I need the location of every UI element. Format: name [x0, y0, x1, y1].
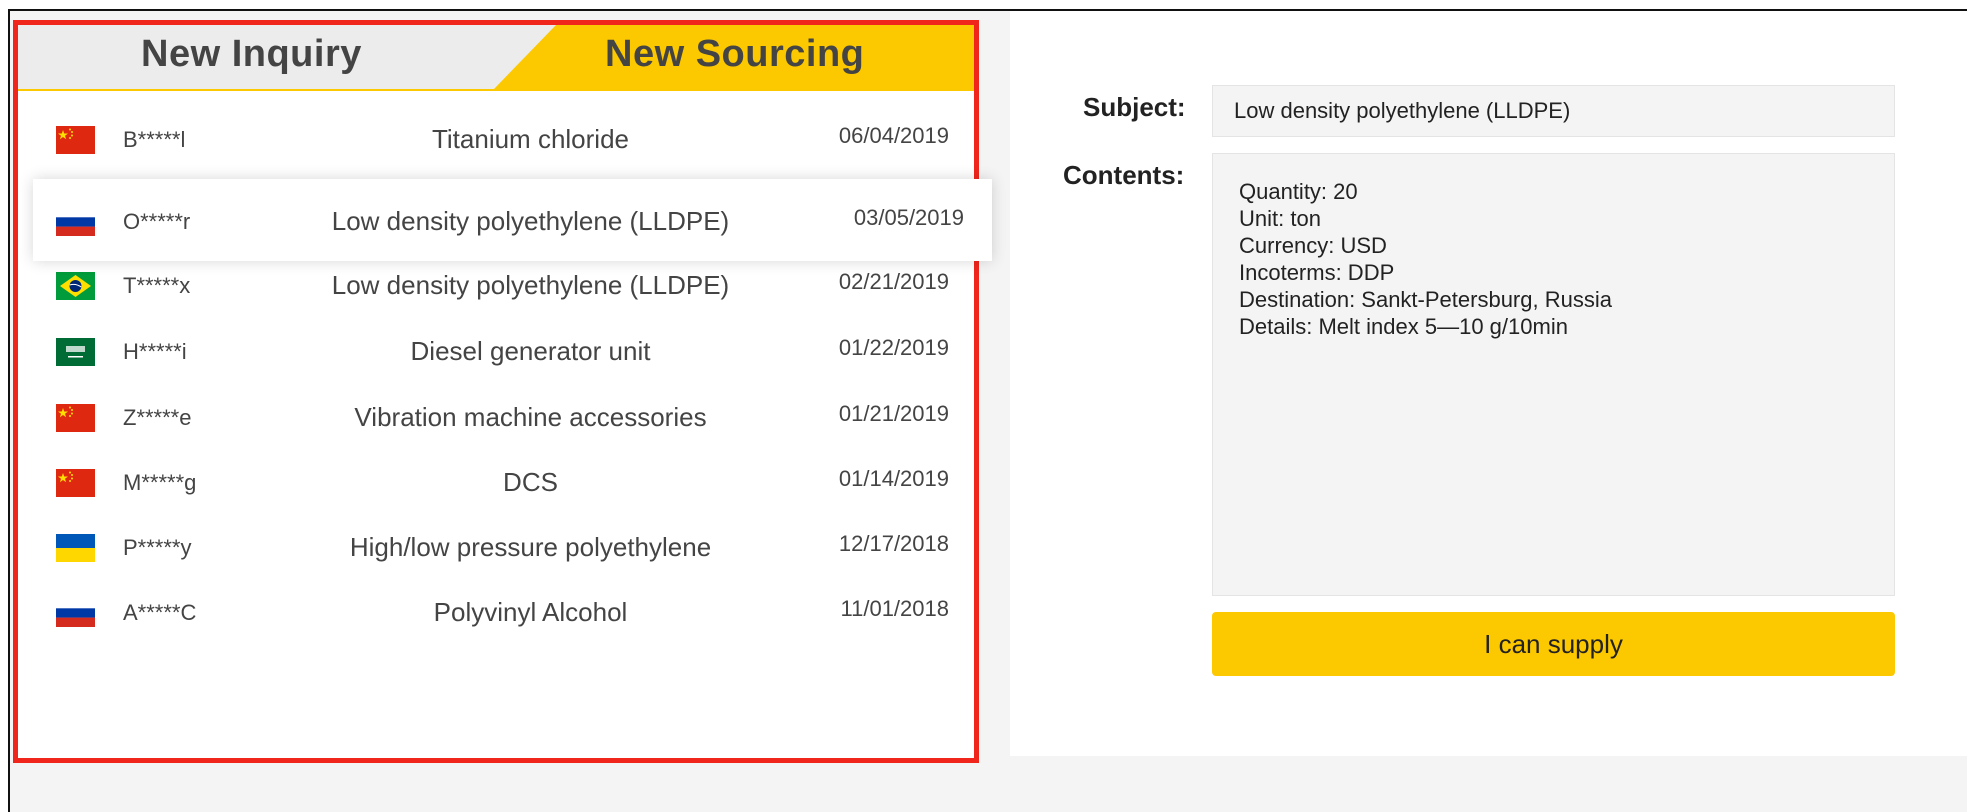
contents-line: Quantity: 20: [1239, 179, 1358, 204]
buyer-name: H*****i: [123, 339, 187, 364]
subject-label: Subject:: [1083, 92, 1186, 122]
tab-new-sourcing[interactable]: New Sourcing: [605, 33, 864, 76]
buyer-name: O*****r: [123, 209, 191, 234]
list-item[interactable]: A*****C Polyvinyl Alcohol 11/01/2018: [18, 570, 974, 648]
subject-field: Low density polyethylene (LLDPE): [1212, 85, 1895, 137]
brazil-flag-icon: [56, 272, 95, 300]
contents-line: Unit: ton: [1239, 206, 1321, 231]
product-subject: Low density polyethylene (LLDPE): [331, 270, 730, 300]
saudi-arabia-flag-icon: [56, 338, 95, 366]
post-date: 01/14/2019: [838, 466, 949, 491]
buyer-name: Z*****e: [123, 405, 192, 430]
list-item[interactable]: B*****l Titanium chloride 06/04/2019: [18, 97, 974, 175]
contents-line: Currency: USD: [1239, 233, 1387, 258]
contents-field: Quantity: 20 Unit: ton Currency: USD Incote…: [1212, 153, 1895, 596]
tab-bar: New Inquiry New Sourcing: [18, 25, 974, 89]
i-can-supply-button[interactable]: I can supply: [1212, 612, 1895, 676]
sourcing-list-panel: New Inquiry New Sourcing B*****l Titanium…: [13, 20, 992, 763]
tab-underline: [18, 89, 974, 91]
product-subject: Diesel generator unit: [410, 336, 651, 366]
product-subject: Low density polyethylene (LLDPE): [331, 206, 730, 236]
contents-line: Incoterms: DDP: [1239, 260, 1395, 285]
product-subject: Polyvinyl Alcohol: [433, 597, 628, 627]
post-date: 12/17/2018: [838, 531, 949, 556]
buyer-name: P*****y: [123, 535, 192, 560]
ukraine-flag-icon: [56, 534, 95, 562]
china-flag-icon: [56, 469, 95, 497]
buyer-name: B*****l: [123, 127, 186, 152]
contents-line: Details: Melt index 5—10 g/10min: [1239, 314, 1568, 339]
post-date: 03/05/2019: [853, 205, 964, 230]
post-date: 11/01/2018: [840, 596, 949, 621]
contents-line: Destination: Sankt-Petersburg, Russia: [1239, 287, 1612, 312]
post-date: 06/04/2019: [838, 123, 949, 148]
contents-label: Contents:: [1063, 160, 1185, 190]
post-date: 01/22/2019: [838, 335, 949, 360]
russia-flag-icon: [56, 208, 95, 236]
buyer-name: T*****x: [123, 273, 191, 298]
buyer-name: M*****g: [123, 470, 197, 495]
china-flag-icon: [56, 126, 95, 154]
russia-flag-icon: [56, 599, 95, 627]
post-date: 02/21/2019: [838, 269, 949, 294]
china-flag-icon: [56, 404, 95, 432]
tab-new-inquiry[interactable]: New Inquiry: [141, 33, 362, 76]
product-subject: Vibration machine accessories: [354, 402, 707, 432]
subject-value: Low density polyethylene (LLDPE): [1234, 98, 1571, 123]
product-subject: Titanium chloride: [431, 124, 629, 154]
buyer-name: A*****C: [123, 600, 197, 625]
post-date: 01/21/2019: [838, 401, 949, 426]
product-subject: DCS: [503, 467, 558, 497]
product-subject: High/low pressure polyethylene: [349, 532, 712, 562]
list-item[interactable]: O*****r Low density polyethylene (LLDPE) 0…: [33, 179, 992, 261]
